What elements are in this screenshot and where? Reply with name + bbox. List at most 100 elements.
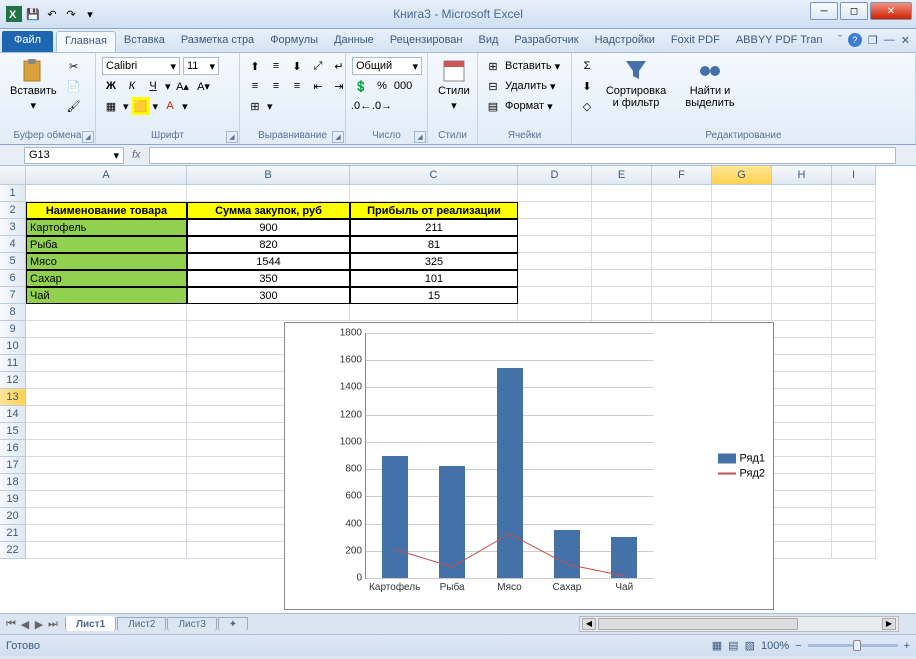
cell-H2[interactable] [772,202,832,219]
cell-I6[interactable] [832,270,876,287]
fx-icon[interactable]: fx [124,149,149,161]
cell-D2[interactable] [518,202,592,219]
cell-B4[interactable]: 820 [187,236,350,253]
cell-C8[interactable] [350,304,518,321]
cell-E7[interactable] [592,287,652,304]
cell-H9[interactable] [772,321,832,338]
number-format-combo[interactable]: Общий▾ [352,57,422,75]
view-layout-icon[interactable]: ▤ [728,639,738,652]
col-header-B[interactable]: B [187,166,350,185]
cell-F8[interactable] [652,304,712,321]
cell-F2[interactable] [652,202,712,219]
col-header-D[interactable]: D [518,166,592,185]
col-header-H[interactable]: H [772,166,832,185]
tab-developer[interactable]: Разработчик [506,31,586,52]
cell-F6[interactable] [652,270,712,287]
cell-C7[interactable]: 15 [350,287,518,304]
chevron-down-icon[interactable]: ▾ [267,100,273,113]
chevron-down-icon[interactable]: ▾ [547,100,553,113]
align-right-icon[interactable]: ≡ [288,77,306,95]
dialog-launcher-icon[interactable]: ◢ [226,131,238,143]
cell-I5[interactable] [832,253,876,270]
insert-cells-icon[interactable]: ⊞ [484,57,502,75]
cell-H4[interactable] [772,236,832,253]
cell-G4[interactable] [712,236,772,253]
window-minimize-icon[interactable]: — [884,34,895,46]
tab-foxit[interactable]: Foxit PDF [663,31,728,52]
cell-E5[interactable] [592,253,652,270]
row-header-17[interactable]: 17 [0,457,26,474]
cell-A3[interactable]: Картофель [26,219,187,236]
cell-H3[interactable] [772,219,832,236]
cell-A14[interactable] [26,406,187,423]
cell-A16[interactable] [26,440,187,457]
chevron-down-icon[interactable]: ▾ [113,149,119,162]
cell-A1[interactable] [26,185,187,202]
row-header-2[interactable]: 2 [0,202,26,219]
cell-E8[interactable] [592,304,652,321]
cell-C4[interactable]: 81 [350,236,518,253]
row-header-6[interactable]: 6 [0,270,26,287]
tab-abbyy[interactable]: ABBYY PDF Tran [728,31,831,52]
cell-A15[interactable] [26,423,187,440]
file-tab[interactable]: Файл [2,31,53,52]
styles-button[interactable]: Стили▾ [434,57,474,114]
bold-button[interactable]: Ж [102,77,120,95]
tab-home[interactable]: Главная [56,31,116,52]
sheet-tab-2[interactable]: Лист2 [117,617,166,631]
cell-I17[interactable] [832,457,876,474]
cell-A12[interactable] [26,372,187,389]
window-restore-icon[interactable]: ❐ [868,34,878,47]
cell-I18[interactable] [832,474,876,491]
tab-insert[interactable]: Вставка [116,31,173,52]
cell-A9[interactable] [26,321,187,338]
tab-formulas[interactable]: Формулы [262,31,326,52]
cell-E6[interactable] [592,270,652,287]
view-normal-icon[interactable]: ▦ [712,639,722,652]
row-header-3[interactable]: 3 [0,219,26,236]
cell-D5[interactable] [518,253,592,270]
cell-I16[interactable] [832,440,876,457]
chevron-down-icon[interactable]: ▾ [550,80,556,93]
maximize-button[interactable]: ◻ [840,2,868,20]
row-header-7[interactable]: 7 [0,287,26,304]
font-color-icon[interactable]: A [161,97,179,115]
zoom-level[interactable]: 100% [761,640,789,652]
cell-F4[interactable] [652,236,712,253]
cell-A7[interactable]: Чай [26,287,187,304]
cell-H17[interactable] [772,457,832,474]
cell-G5[interactable] [712,253,772,270]
align-top-icon[interactable]: ⬆ [246,57,264,75]
row-header-16[interactable]: 16 [0,440,26,457]
cell-F7[interactable] [652,287,712,304]
cell-D1[interactable] [518,185,592,202]
cell-H14[interactable] [772,406,832,423]
align-bot-icon[interactable]: ⬇ [288,57,306,75]
cell-I2[interactable] [832,202,876,219]
row-header-1[interactable]: 1 [0,185,26,202]
align-left-icon[interactable]: ≡ [246,77,264,95]
cell-H15[interactable] [772,423,832,440]
copy-icon[interactable]: 📄 [65,77,83,95]
cell-B2[interactable]: Сумма закупок, руб [187,202,350,219]
view-break-icon[interactable]: ▧ [745,639,755,652]
new-sheet-button[interactable]: ✦ [218,617,248,631]
window-close-icon[interactable]: ✕ [901,34,910,47]
merge-icon[interactable]: ⊞ [246,97,264,115]
cell-A10[interactable] [26,338,187,355]
cell-B7[interactable]: 300 [187,287,350,304]
cell-A8[interactable] [26,304,187,321]
delete-cells-button[interactable]: Удалить [505,80,547,92]
cell-C5[interactable]: 325 [350,253,518,270]
cell-I1[interactable] [832,185,876,202]
col-header-C[interactable]: C [350,166,518,185]
cell-I9[interactable] [832,321,876,338]
cell-H19[interactable] [772,491,832,508]
cell-H6[interactable] [772,270,832,287]
insert-cells-button[interactable]: Вставить [505,60,552,72]
cell-G7[interactable] [712,287,772,304]
cell-I14[interactable] [832,406,876,423]
row-header-22[interactable]: 22 [0,542,26,559]
row-header-5[interactable]: 5 [0,253,26,270]
cell-G6[interactable] [712,270,772,287]
